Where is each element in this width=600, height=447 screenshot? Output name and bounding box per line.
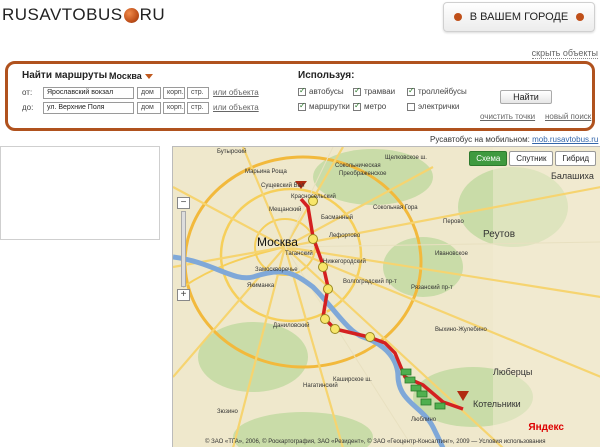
map-type-scheme[interactable]: Схема	[469, 151, 508, 166]
to-house-input[interactable]: дом	[137, 102, 161, 114]
map-label: Басманный	[321, 215, 354, 221]
map-label: Нагатинский	[303, 383, 338, 389]
checkbox-trams-label: трамваи	[364, 87, 396, 96]
from-label: от:	[22, 88, 33, 97]
logo-text-right: RU	[139, 5, 166, 24]
map-label: Сущевский Вал	[261, 183, 305, 189]
map-type-switcher: Схема Спутник Гибрид	[469, 151, 596, 166]
from-or-object-link[interactable]: или объекта	[213, 88, 259, 97]
map[interactable]: Бутырский Сущевский Вал Красносельский М…	[172, 146, 600, 447]
map-label: Нижегородский	[323, 259, 366, 265]
in-your-city-label: В ВАШЕМ ГОРОДЕ	[469, 11, 569, 23]
checkbox-minibuses-label: маршрутки	[309, 102, 350, 111]
map-label: Реутов	[483, 229, 516, 240]
bullet-icon	[453, 13, 462, 21]
checkbox-trams[interactable]: трамваи	[353, 86, 396, 96]
find-routes-title: Найти маршруты	[22, 70, 108, 81]
checkbox-trains[interactable]: электрички	[407, 102, 459, 111]
from-building-input[interactable]: корп.	[163, 87, 185, 99]
logo-dot-icon	[123, 7, 139, 23]
map-label: Преображенское	[339, 171, 387, 177]
checkbox-metro-box[interactable]	[353, 101, 361, 111]
city-select-value: Москва	[109, 71, 142, 81]
to-label: до:	[22, 103, 34, 112]
mobile-promo-text: Русавтобус на мобильном:	[430, 135, 530, 144]
map-label: Таганский	[285, 251, 313, 257]
hide-objects-link[interactable]: скрыть объекты	[531, 48, 598, 59]
in-your-city-button[interactable]: В ВАШЕМ ГОРОДЕ	[443, 2, 595, 32]
to-street-input[interactable]: ул. Верхние Поля	[43, 102, 134, 114]
uses-title: Используя:	[298, 70, 355, 81]
mobile-link[interactable]: mob.rusavtobus.ru	[532, 135, 598, 144]
map-label: Волгоградский пр-т	[343, 279, 397, 285]
from-house-input[interactable]: дом	[137, 87, 161, 99]
dropdown-arrow-icon	[144, 73, 153, 79]
checkbox-trolleybuses[interactable]: троллейбусы	[407, 86, 467, 96]
checkbox-buses-label: автобусы	[309, 87, 344, 96]
new-search-link[interactable]: новый поиск	[545, 112, 591, 121]
logo-text-left: RUSAVTOBUS	[2, 5, 123, 24]
map-label: Люберцы	[493, 367, 533, 377]
map-label: Перово	[443, 219, 464, 225]
map-label: Лефортово	[329, 233, 361, 239]
yandex-logo[interactable]: Яндекс	[528, 422, 564, 433]
map-label: Сокольная Гора	[373, 205, 418, 211]
map-label: Каширское ш.	[333, 377, 372, 383]
map-label: Якиманка	[247, 283, 275, 289]
checkbox-minibuses-box[interactable]	[298, 101, 306, 111]
map-type-hybrid[interactable]: Гибрид	[555, 151, 596, 166]
checkbox-metro-label: метро	[364, 102, 387, 111]
checkbox-buses-box[interactable]	[298, 86, 306, 96]
bullet-icon	[576, 13, 585, 21]
checkbox-trolleybuses-box[interactable]	[407, 86, 415, 96]
map-canvas	[173, 147, 600, 447]
map-label: Марьина Роща	[245, 169, 287, 175]
checkbox-trams-box[interactable]	[353, 86, 361, 96]
clear-points-link[interactable]: очистить точки	[480, 112, 535, 121]
map-label: Сокольническая	[335, 163, 381, 169]
map-label: Люблино	[411, 417, 437, 423]
map-copyright: © ЗАО «ТГА», 2006, © Роскартография, ЗАО…	[205, 439, 546, 445]
to-structure-input[interactable]: стр.	[187, 102, 209, 114]
map-label: Мещанский	[269, 207, 302, 213]
map-label: Замоскворечье	[255, 267, 298, 273]
map-label: Щелковское ш.	[385, 155, 427, 161]
checkbox-trains-box[interactable]	[407, 102, 415, 111]
map-label: Красносельский	[291, 194, 336, 200]
zoom-control: − +	[177, 197, 190, 301]
to-building-input[interactable]: корп.	[163, 102, 185, 114]
from-structure-input[interactable]: стр.	[187, 87, 209, 99]
checkbox-metro[interactable]: метро	[353, 101, 387, 111]
map-city-label: Москва	[257, 235, 298, 249]
map-label: Выхино-Жулебино	[435, 327, 487, 333]
city-select[interactable]: Москва	[109, 71, 153, 81]
map-type-satellite[interactable]: Спутник	[509, 151, 554, 166]
route-results-box	[0, 146, 160, 240]
map-label: Зюзино	[217, 409, 238, 415]
route-search-panel: Найти маршруты Москва от: Ярославский во…	[5, 61, 595, 131]
map-label: Даниловский	[273, 323, 310, 329]
checkbox-buses[interactable]: автобусы	[298, 86, 344, 96]
map-label: Балашиха	[551, 171, 594, 181]
checkbox-trolleybuses-label: троллейбусы	[418, 87, 467, 96]
map-label: Котельники	[473, 399, 521, 409]
zoom-slider[interactable]	[181, 211, 186, 287]
map-label: Ивановское	[435, 251, 468, 257]
checkbox-trains-label: электрички	[418, 102, 460, 111]
map-label: Рязанский пр-т	[411, 285, 453, 291]
zoom-in-button[interactable]: +	[177, 289, 190, 301]
map-label: Бутырский	[217, 149, 247, 155]
zoom-out-button[interactable]: −	[177, 197, 190, 209]
checkbox-minibuses[interactable]: маршрутки	[298, 101, 350, 111]
logo[interactable]: RUSAVTOBUS RU	[2, 4, 165, 26]
mobile-promo: Русавтобус на мобильном: mob.rusavtobus.…	[430, 135, 598, 144]
find-button[interactable]: Найти	[500, 90, 552, 104]
from-street-input[interactable]: Ярославский вокзал	[43, 87, 134, 99]
to-or-object-link[interactable]: или объекта	[213, 103, 259, 112]
